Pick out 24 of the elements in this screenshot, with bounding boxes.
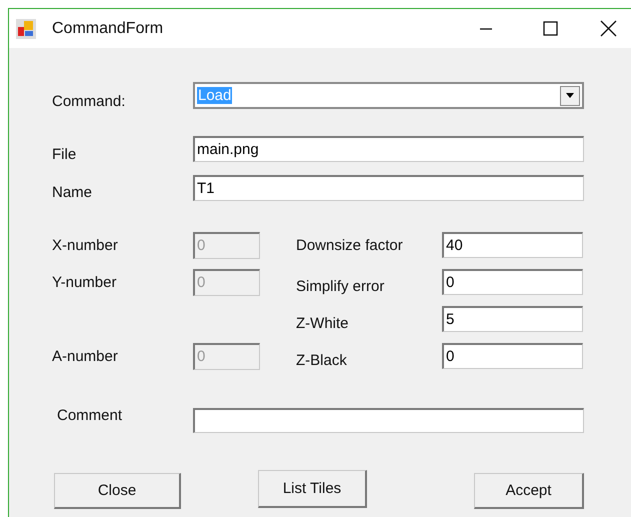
comment-label: Comment [56,407,124,424]
field-label: Y-number [52,274,118,290]
dialog-button[interactable]: Accept [474,473,584,509]
field-label: Z-Black [296,352,348,368]
file-label: File [52,146,78,163]
window-title: CommandForm [52,20,164,38]
field-label: Z-White [296,314,350,332]
dialog-button[interactable]: List Tiles [258,470,367,508]
name-field[interactable]: T1 [193,174,584,200]
number-field[interactable]: 0 [442,343,583,369]
command-value: Load [197,87,232,104]
comment-field[interactable] [193,408,584,433]
number-field[interactable]: 40 [442,232,583,258]
command-label: Command: [52,93,126,110]
dialog-button[interactable]: Close [54,473,181,509]
number-field[interactable]: 0 [442,269,583,295]
field-label: X-number [52,236,119,254]
app-icon [16,18,36,38]
field-label: Downsize factor [296,236,404,254]
field-label: A-number [52,348,119,364]
file-field[interactable]: main.png [193,136,584,162]
name-label: Name [52,184,94,201]
number-field[interactable]: 5 [442,306,583,332]
field-label: Simplify error [296,278,386,294]
